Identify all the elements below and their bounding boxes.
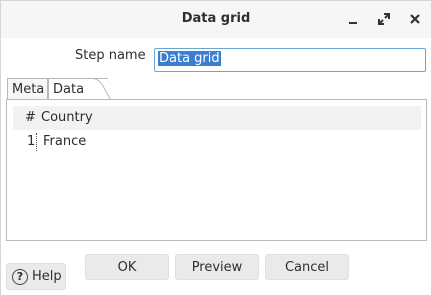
preview-button[interactable]: Preview	[175, 254, 259, 280]
step-name-value: Data grid	[158, 51, 221, 66]
close-icon[interactable]	[407, 11, 423, 27]
dialog-body: Step name Data grid Meta Data # Country …	[1, 38, 431, 295]
ok-button[interactable]: OK	[85, 254, 169, 280]
header-country[interactable]: Country	[41, 110, 93, 125]
step-name-label: Step name	[75, 48, 146, 63]
minimize-icon[interactable]	[345, 11, 361, 27]
table-row[interactable]: 1 France	[13, 131, 421, 153]
header-num[interactable]: #	[25, 110, 36, 125]
help-icon: ?	[12, 268, 28, 285]
tab-meta[interactable]: Meta	[7, 78, 48, 100]
data-panel: # Country 1 France	[6, 99, 427, 241]
cancel-button[interactable]: Cancel	[265, 254, 349, 280]
dialog-window: Data grid Step name Data grid Meta Data	[0, 0, 432, 295]
help-label: Help	[32, 269, 62, 284]
maximize-icon[interactable]	[376, 11, 392, 27]
grid-header: # Country	[13, 106, 421, 130]
tab-edge	[85, 78, 112, 101]
step-name-input[interactable]: Data grid	[154, 48, 426, 72]
row-number: 1	[27, 134, 36, 149]
window-title: Data grid	[181, 11, 251, 26]
titlebar: Data grid	[1, 1, 431, 38]
help-button[interactable]: ? Help	[6, 263, 66, 290]
row-divider	[36, 133, 37, 151]
cell-country[interactable]: France	[43, 134, 86, 149]
